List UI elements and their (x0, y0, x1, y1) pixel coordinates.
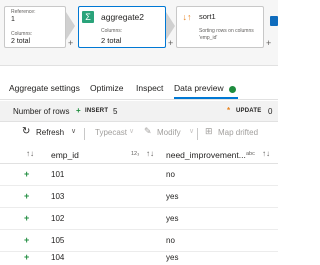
emp-id-cell: 105 (51, 236, 65, 245)
table-header: ↑↓ emp_id 12₃ ↑↓ need_improvement... abc… (0, 145, 278, 164)
columns-label: Columns: (101, 28, 123, 34)
source-node[interactable]: Reference: 1 Columns: 2 total (4, 6, 66, 48)
need-improvement-cell: yes (166, 192, 179, 201)
sink-icon (270, 16, 278, 26)
tab-inspect[interactable]: Inspect (136, 83, 163, 93)
table-row[interactable]: + 101 no (0, 164, 278, 186)
column-header-emp-id[interactable]: emp_id (51, 150, 79, 160)
tab-optimize[interactable]: Optimize (90, 83, 124, 93)
aggregate-node-title: aggregate2 (101, 12, 145, 22)
emp-id-cell: 104 (51, 253, 65, 262)
need-improvement-cell: no (166, 170, 175, 179)
insert-row-icon: + (24, 213, 30, 223)
need-improvement-cell: no (166, 236, 175, 245)
emp-id-cell: 103 (51, 192, 65, 201)
reference-value: 1 (11, 16, 15, 23)
sort-node-title: sort1 (199, 12, 216, 21)
flow-arrow (66, 12, 75, 40)
table-row[interactable]: + 104 yes (0, 252, 278, 265)
column-header-need-improvement[interactable]: need_improvement... (166, 150, 246, 160)
update-label: UPDATE (236, 108, 262, 114)
add-step-button[interactable]: + (68, 38, 73, 48)
sort-node-description: Sorting rows on columns 'emp_id' (199, 28, 254, 41)
add-step-button[interactable]: + (266, 38, 271, 48)
sort-icon[interactable]: ↑↓ (146, 149, 154, 158)
sort-node[interactable]: ↓↑ sort1 Sorting rows on columns 'emp_id… (176, 6, 264, 48)
toolbar-divider (84, 128, 85, 140)
typecast-button[interactable]: Typecast (95, 128, 127, 137)
sort-icon[interactable]: ↑↓ (262, 149, 270, 158)
chevron-down-icon[interactable]: ∨ (189, 127, 194, 135)
sigma-icon: Σ (82, 11, 94, 23)
emp-id-cell: 101 (51, 170, 65, 179)
flow-arrow (166, 12, 175, 40)
modify-button[interactable]: Modify (157, 128, 181, 137)
map-drifted-icon: ⊞ (205, 126, 213, 136)
active-tab-indicator (174, 97, 238, 99)
row-summary: Number of rows + INSERT 5 * UPDATE 0 (0, 101, 278, 122)
toolbar-divider (197, 128, 198, 140)
columns-label: Columns: (11, 31, 33, 37)
number-of-rows-label: Number of rows (13, 107, 70, 116)
refresh-icon[interactable]: ↻ (22, 126, 30, 137)
insert-row-icon: + (24, 191, 30, 201)
pipeline-canvas: Reference: 1 Columns: 2 total + Σ aggreg… (0, 0, 278, 66)
reference-label: Reference: (11, 9, 36, 15)
need-improvement-cell: yes (166, 253, 179, 262)
settings-tabs: Aggregate settings Optimize Inspect Data… (0, 78, 278, 100)
need-improvement-cell: yes (166, 214, 179, 223)
add-step-button[interactable]: + (168, 38, 173, 48)
tab-data-preview[interactable]: Data preview (174, 83, 224, 93)
next-node[interactable] (270, 16, 280, 30)
map-drifted-button[interactable]: Map drifted (218, 128, 258, 137)
update-icon: * (227, 106, 231, 115)
update-count: 0 (268, 107, 273, 116)
insert-row-icon: + (24, 235, 30, 245)
numeric-type-icon: 12₃ (131, 151, 140, 157)
modify-icon: ✎ (144, 126, 152, 136)
table-row[interactable]: + 103 yes (0, 186, 278, 208)
insert-icon: + (76, 106, 81, 115)
preview-toolbar: ↻ Refresh ∨ Typecast ∨ ✎ Modify ∨ ⊞ Map … (0, 123, 278, 145)
insert-count: 5 (113, 107, 118, 116)
columns-value: 2 total (101, 36, 122, 45)
table-row[interactable]: + 102 yes (0, 208, 278, 230)
insert-row-icon: + (24, 169, 30, 179)
emp-id-cell: 102 (51, 214, 65, 223)
status-dot-icon (229, 86, 236, 93)
columns-value: 2 total (11, 38, 31, 45)
insert-row-icon: + (24, 252, 30, 262)
string-type-icon: abc (246, 151, 255, 157)
refresh-button[interactable]: Refresh (36, 128, 64, 137)
chevron-down-icon[interactable]: ∨ (129, 127, 134, 135)
chevron-down-icon[interactable]: ∨ (71, 127, 76, 135)
table-row[interactable]: + 105 no (0, 230, 278, 252)
sort-icon[interactable]: ↑↓ (26, 149, 34, 158)
tab-aggregate-settings[interactable]: Aggregate settings (9, 83, 80, 93)
sort-icon: ↓↑ (182, 12, 192, 22)
insert-label: INSERT (85, 108, 109, 114)
aggregate-node[interactable]: Σ aggregate2 Columns: 2 total (78, 6, 166, 48)
